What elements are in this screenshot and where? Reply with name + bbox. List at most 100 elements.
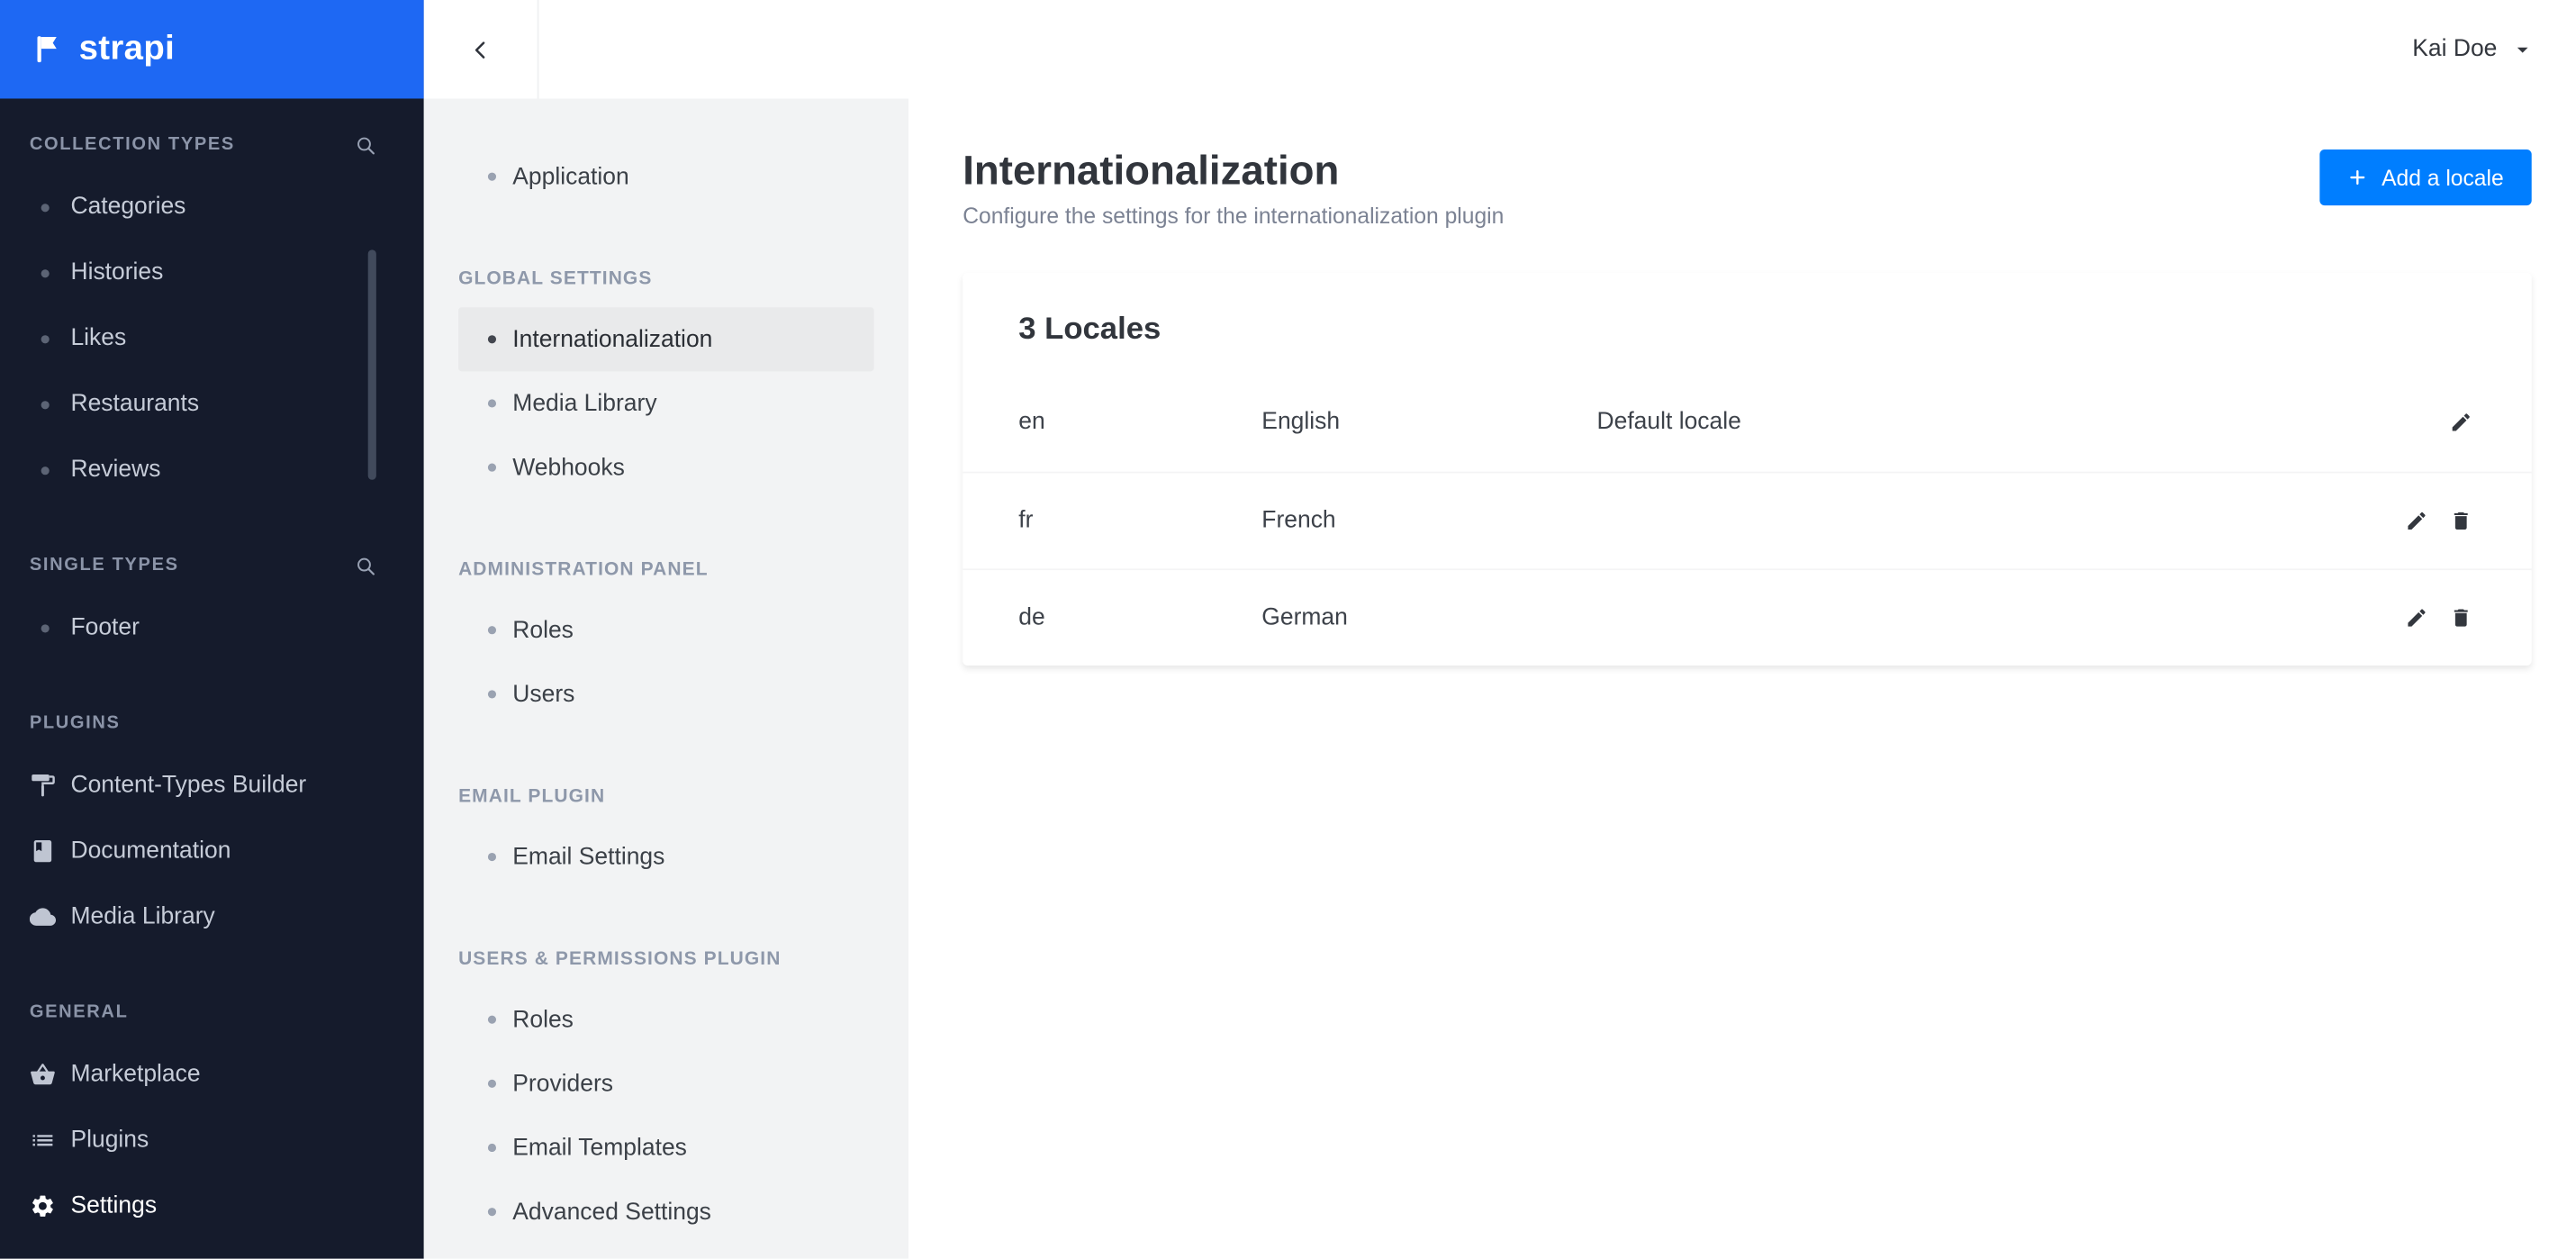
- subnav-section-administration-panel: ADMINISTRATION PANEL Roles Users: [424, 552, 908, 726]
- locales-card: 3 Locales en English Default locale fr F…: [963, 271, 2532, 666]
- edit-icon[interactable]: [2405, 509, 2428, 532]
- main-sidebar: strapi COLLECTION TYPES Categories Histo…: [0, 0, 424, 1259]
- search-icon[interactable]: [355, 555, 376, 576]
- subnav-item-advanced-settings[interactable]: Advanced Settings: [458, 1180, 874, 1244]
- locale-row-fr[interactable]: fr French: [963, 470, 2532, 568]
- locale-name: French: [1261, 506, 1336, 534]
- sidebar-item-footer[interactable]: Footer: [0, 595, 424, 661]
- strapi-flag-icon: [32, 32, 64, 65]
- row-actions: [2405, 605, 2472, 629]
- subnav-item-label: Application: [512, 163, 629, 190]
- subnav-item-email-templates[interactable]: Email Templates: [458, 1116, 874, 1180]
- paint-roller-icon: [30, 773, 56, 799]
- single-types-heading: SINGLE TYPES: [29, 555, 179, 575]
- locales-count-heading: 3 Locales: [1018, 311, 1161, 347]
- edit-icon[interactable]: [2405, 605, 2428, 629]
- bullet-icon: [487, 852, 497, 862]
- page-title: Internationalization: [963, 148, 1340, 195]
- bullet-icon: [487, 1015, 497, 1024]
- sidebar-item-restaurants[interactable]: Restaurants: [0, 371, 424, 437]
- locale-default-label: Default locale: [1596, 409, 1741, 436]
- locale-code: de: [1018, 603, 1045, 630]
- sidebar-item-label: Restaurants: [70, 391, 200, 418]
- bullet-icon: [487, 399, 497, 408]
- sidebar-item-media-library[interactable]: Media Library: [0, 884, 424, 950]
- users-permissions-heading: USERS & PERMISSIONS PLUGIN: [458, 949, 782, 970]
- subnav-item-label: Email Templates: [512, 1134, 687, 1162]
- section-general: GENERAL Marketplace Plugins Settings: [0, 992, 424, 1239]
- user-name: Kai Doe: [2412, 36, 2498, 63]
- bullet-icon: [487, 172, 497, 181]
- bullet-icon: [487, 626, 497, 635]
- section-plugins: PLUGINS Content-Types Builder Documentat…: [0, 703, 424, 950]
- user-menu[interactable]: Kai Doe: [2412, 36, 2576, 62]
- global-settings-heading: GLOBAL SETTINGS: [458, 269, 653, 290]
- bullet-icon: [41, 400, 50, 409]
- gear-icon: [30, 1193, 56, 1219]
- locale-code: en: [1018, 409, 1045, 436]
- row-actions: [2405, 509, 2472, 532]
- row-actions: [2449, 411, 2472, 434]
- strapi-logo[interactable]: strapi: [0, 0, 424, 99]
- sidebar-item-label: Content-Types Builder: [70, 772, 307, 799]
- collection-types-heading: COLLECTION TYPES: [29, 134, 235, 155]
- search-icon[interactable]: [355, 134, 376, 156]
- page-header: Internationalization Configure the setti…: [963, 145, 2532, 228]
- bullet-icon: [41, 334, 50, 343]
- subnav-item-webhooks[interactable]: Webhooks: [458, 436, 874, 500]
- subnav-item-media-library[interactable]: Media Library: [458, 371, 874, 435]
- sidebar-item-settings[interactable]: Settings: [0, 1173, 424, 1239]
- locale-row-de[interactable]: de German: [963, 567, 2532, 665]
- bullet-icon: [41, 268, 50, 277]
- subnav-item-internationalization[interactable]: Internationalization: [458, 307, 874, 372]
- settings-subnav: Application GLOBAL SETTINGS Internationa…: [423, 98, 909, 1259]
- sidebar-item-reviews[interactable]: Reviews: [0, 437, 424, 503]
- sidebar-item-label: Categories: [70, 194, 186, 221]
- plugins-heading: PLUGINS: [29, 712, 121, 733]
- bullet-icon: [41, 623, 50, 632]
- subnav-item-providers[interactable]: Providers: [458, 1052, 874, 1116]
- chevron-left-icon: [468, 37, 493, 61]
- sidebar-body: COLLECTION TYPES Categories Histories Li…: [0, 98, 424, 1238]
- sidebar-item-label: Histories: [70, 259, 164, 286]
- subnav-item-label: Providers: [512, 1070, 614, 1097]
- subnav-item-application[interactable]: Application: [458, 145, 874, 209]
- subnav-section-email-plugin: EMAIL PLUGIN Email Settings: [424, 779, 908, 889]
- subnav-item-admin-roles[interactable]: Roles: [458, 598, 874, 662]
- subnav-item-label: Internationalization: [512, 326, 713, 353]
- sidebar-item-label: Plugins: [70, 1127, 149, 1154]
- page-subtitle: Configure the settings for the internati…: [963, 203, 1505, 228]
- subnav-item-email-settings[interactable]: Email Settings: [458, 825, 874, 889]
- subnav-item-up-roles[interactable]: Roles: [458, 988, 874, 1052]
- subnav-item-admin-users[interactable]: Users: [458, 662, 874, 726]
- sidebar-item-label: Marketplace: [70, 1061, 201, 1088]
- bullet-icon: [487, 1143, 497, 1153]
- sidebar-item-marketplace[interactable]: Marketplace: [0, 1042, 424, 1108]
- email-plugin-heading: EMAIL PLUGIN: [458, 786, 606, 807]
- sidebar-item-label: Footer: [70, 614, 140, 641]
- sidebar-item-plugins[interactable]: Plugins: [0, 1108, 424, 1173]
- locale-row-en[interactable]: en English Default locale: [963, 374, 2531, 471]
- sidebar-item-histories[interactable]: Histories: [0, 240, 424, 305]
- add-locale-button[interactable]: Add a locale: [2318, 149, 2532, 206]
- sidebar-item-documentation[interactable]: Documentation: [0, 819, 424, 884]
- subnav-item-label: Roles: [512, 617, 574, 644]
- subnav-item-label: Email Settings: [512, 843, 665, 871]
- sidebar-item-categories[interactable]: Categories: [0, 174, 424, 240]
- brand-name: strapi: [78, 29, 176, 68]
- trash-icon[interactable]: [2449, 509, 2472, 532]
- sidebar-item-content-types-builder[interactable]: Content-Types Builder: [0, 753, 424, 819]
- plus-icon: [2347, 168, 2367, 187]
- sidebar-item-label: Likes: [70, 325, 127, 352]
- top-bar: Kai Doe: [423, 0, 2576, 99]
- general-heading: GENERAL: [29, 1002, 129, 1022]
- bullet-icon: [487, 1208, 497, 1217]
- section-collection-types: COLLECTION TYPES Categories Histories Li…: [0, 125, 424, 503]
- back-button[interactable]: [424, 0, 539, 99]
- trash-icon[interactable]: [2449, 605, 2472, 629]
- bullet-icon: [41, 203, 50, 212]
- sidebar-item-likes[interactable]: Likes: [0, 305, 424, 371]
- edit-icon[interactable]: [2449, 411, 2472, 434]
- cloud-icon: [30, 904, 56, 930]
- sidebar-item-label: Settings: [70, 1192, 158, 1219]
